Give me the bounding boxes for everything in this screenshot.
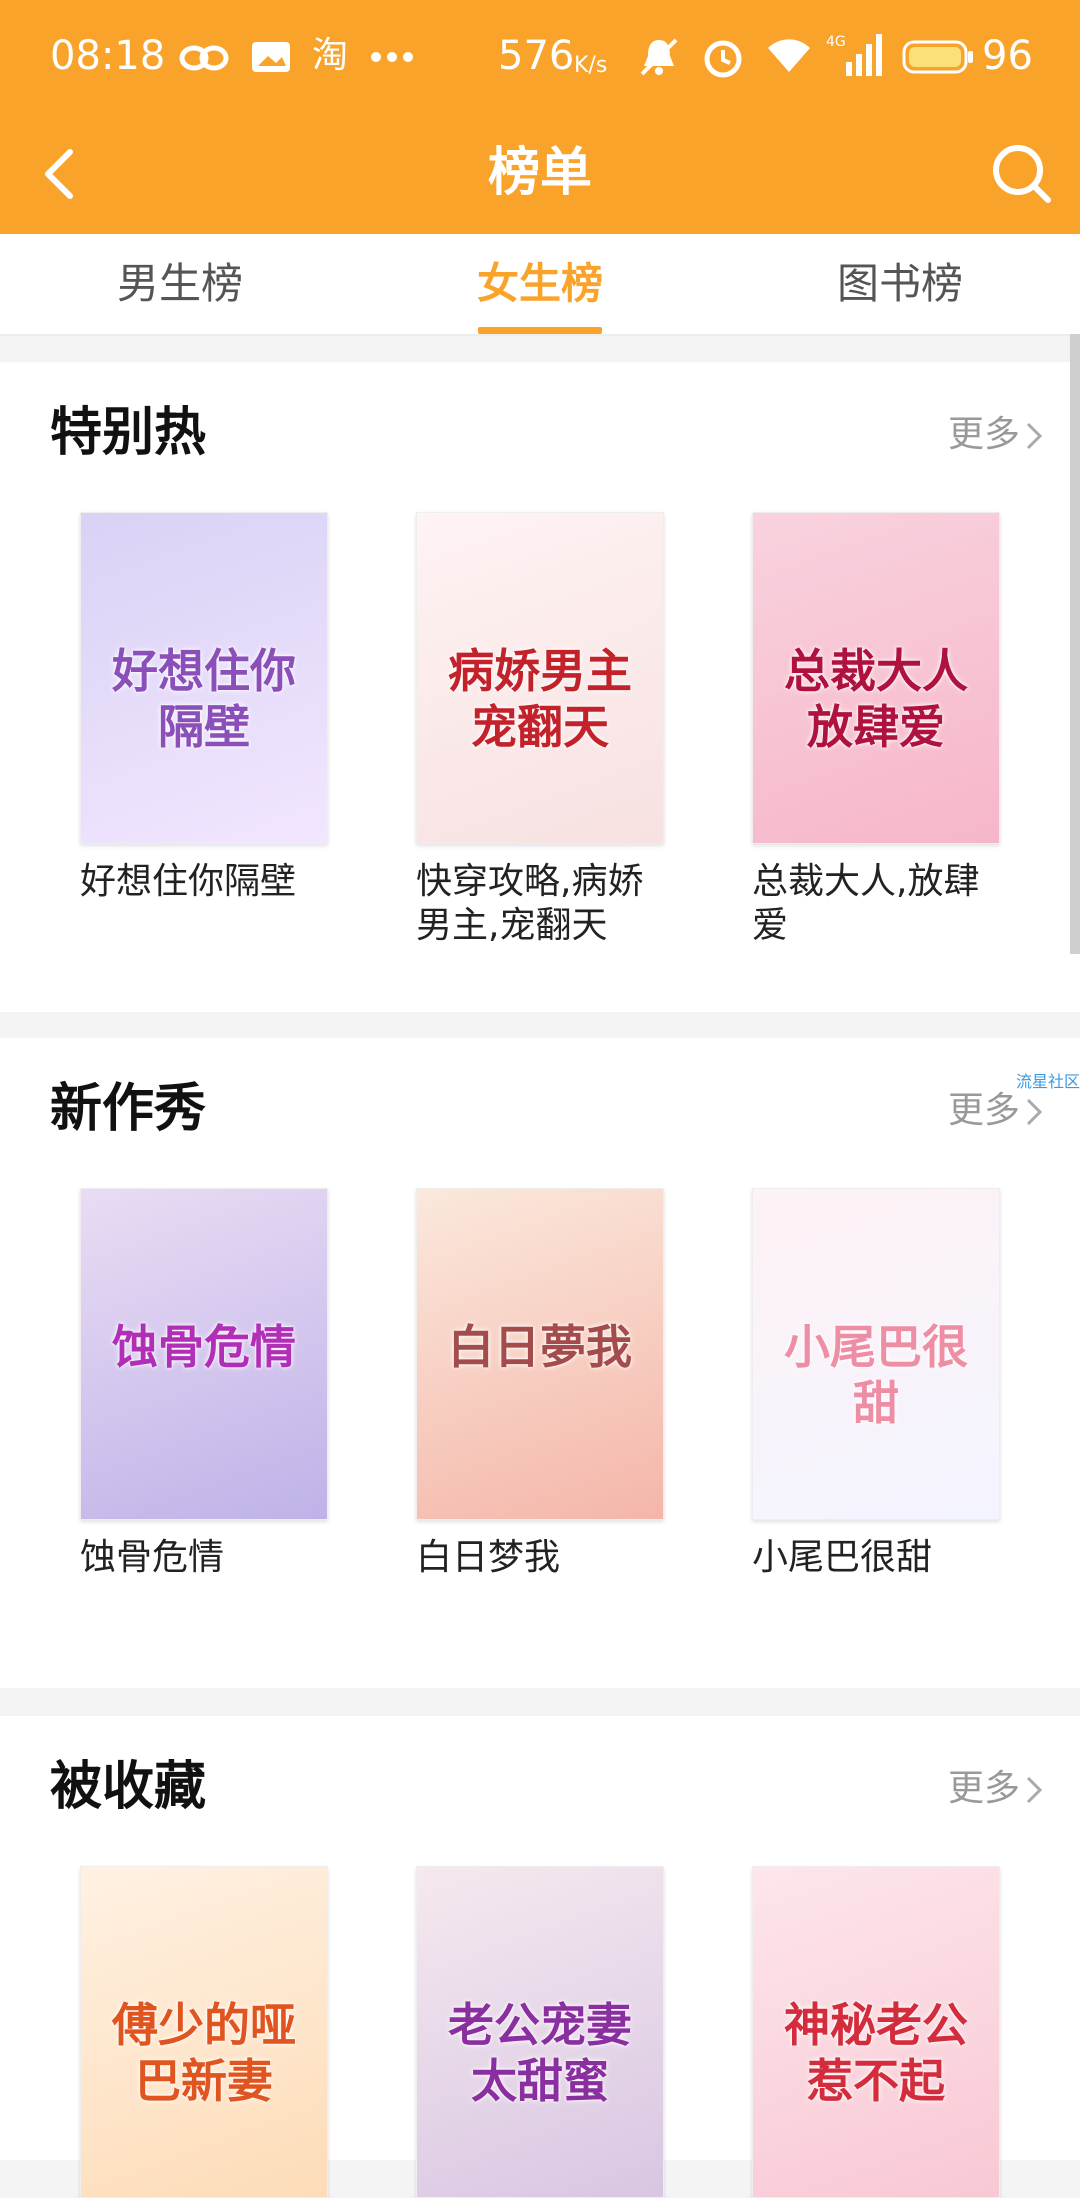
book-card[interactable]: 老公宠妻太甜蜜 xyxy=(416,1866,666,2198)
book-cover[interactable]: 蚀骨危情 xyxy=(80,1188,328,1520)
book-card[interactable]: 总裁大人放肆爱 总裁大人,放肆爱 xyxy=(752,512,1002,948)
title-bar: 榜单 xyxy=(0,112,1080,234)
tab-books-label: 图书榜 xyxy=(836,259,963,308)
section-collected: 被收藏 更多 傅少的哑巴新妻 老公宠妻太甜蜜 神秘老公惹不起 xyxy=(0,1716,1080,2198)
battery-icon xyxy=(902,40,973,74)
taobao-icon: 淘 xyxy=(312,35,349,76)
more-link[interactable]: 更多 xyxy=(948,1764,1020,1814)
book-title: 好想住你隔壁 xyxy=(80,861,297,902)
book-title: 白日梦我 xyxy=(416,1537,561,1578)
link-icon xyxy=(179,45,229,71)
book-cover[interactable]: 白日夢我 xyxy=(416,1188,664,1520)
cover-title: 傅少的哑巴新妻 xyxy=(112,1998,296,2108)
scrollbar-thumb[interactable] xyxy=(1070,334,1080,954)
book-card[interactable]: 病娇男主宠翻天 快穿攻略,病娇男主,宠翻天 xyxy=(416,512,666,948)
cover-title: 小尾巴很甜 xyxy=(784,1320,968,1430)
active-tab-indicator xyxy=(478,327,602,334)
book-cover[interactable]: 傅少的哑巴新妻 xyxy=(80,1866,328,2198)
svg-text:4G: 4G xyxy=(826,34,846,50)
tab-books[interactable]: 图书榜 xyxy=(720,234,1080,334)
book-card[interactable]: 蚀骨危情 蚀骨危情 xyxy=(80,1188,330,1580)
book-title: 蚀骨危情 xyxy=(80,1537,225,1578)
book-card[interactable]: 神秘老公惹不起 xyxy=(752,1866,1002,2198)
image-icon xyxy=(252,42,290,72)
cover-title: 神秘老公惹不起 xyxy=(784,1998,968,2108)
status-bar: 08:18 淘 576 K/s 4G 96 xyxy=(0,0,1080,112)
status-time: 08:18 xyxy=(50,33,166,79)
alarm-icon xyxy=(704,40,742,78)
tab-female[interactable]: 女生榜 xyxy=(360,234,720,334)
book-cover[interactable]: 病娇男主宠翻天 xyxy=(416,512,664,844)
section-title: 被收藏 xyxy=(50,1757,207,1817)
chevron-right-icon xyxy=(1026,1098,1043,1126)
signal-icon: 4G xyxy=(826,34,882,76)
section-hot: 特别热 更多 好想住你隔壁 好想住你隔壁 病娇男主宠翻天 快穿攻略,病娇男主,宠… xyxy=(0,362,1080,1012)
tab-male-label: 男生榜 xyxy=(116,259,243,308)
book-cover[interactable]: 好想住你隔壁 xyxy=(80,512,328,844)
ranking-tabs: 男生榜 女生榜 图书榜 xyxy=(0,234,1080,336)
chevron-right-icon xyxy=(1026,1776,1043,1804)
book-card[interactable]: 小尾巴很甜 小尾巴很甜 xyxy=(752,1188,1002,1580)
mute-bell-icon xyxy=(640,38,678,76)
cover-title: 好想住你隔壁 xyxy=(112,644,296,754)
book-cover[interactable]: 神秘老公惹不起 xyxy=(752,1866,1000,2198)
chevron-right-icon xyxy=(1026,422,1043,450)
section-new: 新作秀 更多 蚀骨危情 蚀骨危情 白日夢我 白日梦我 小尾巴很甜 小尾巴很甜 xyxy=(0,1038,1080,1688)
more-dots-icon xyxy=(371,52,413,62)
book-card[interactable]: 好想住你隔壁 好想住你隔壁 xyxy=(80,512,330,904)
cover-title: 白日夢我 xyxy=(448,1320,632,1374)
cover-title: 总裁大人放肆爱 xyxy=(784,644,968,754)
battery-level: 96 xyxy=(982,33,1033,79)
section-title: 特别热 xyxy=(50,403,207,463)
side-tag[interactable]: 流星社区 xyxy=(1016,1068,1080,1092)
tab-female-label: 女生榜 xyxy=(476,259,603,308)
network-speed: 576 xyxy=(498,33,575,79)
book-cover[interactable]: 小尾巴很甜 xyxy=(752,1188,1000,1520)
book-title: 小尾巴很甜 xyxy=(752,1537,933,1578)
section-title: 新作秀 xyxy=(50,1079,207,1139)
more-link[interactable]: 更多 xyxy=(948,410,1020,460)
page-title: 榜单 xyxy=(487,143,592,203)
tab-male[interactable]: 男生榜 xyxy=(0,234,360,334)
book-cover[interactable]: 老公宠妻太甜蜜 xyxy=(416,1866,664,2198)
cover-title: 老公宠妻太甜蜜 xyxy=(448,1998,632,2108)
network-speed-unit: K/s xyxy=(574,53,608,78)
search-button[interactable] xyxy=(986,138,1058,210)
wifi-icon xyxy=(768,39,810,72)
book-cover[interactable]: 总裁大人放肆爱 xyxy=(752,512,1000,844)
book-card[interactable]: 白日夢我 白日梦我 xyxy=(416,1188,666,1580)
cover-title: 蚀骨危情 xyxy=(112,1320,296,1374)
book-card[interactable]: 傅少的哑巴新妻 xyxy=(80,1866,330,2198)
cover-title: 病娇男主宠翻天 xyxy=(448,644,632,754)
book-title: 总裁大人,放肆爱 xyxy=(752,861,980,946)
book-title: 快穿攻略,病娇男主,宠翻天 xyxy=(416,861,644,946)
more-link[interactable]: 更多 xyxy=(948,1086,1020,1136)
